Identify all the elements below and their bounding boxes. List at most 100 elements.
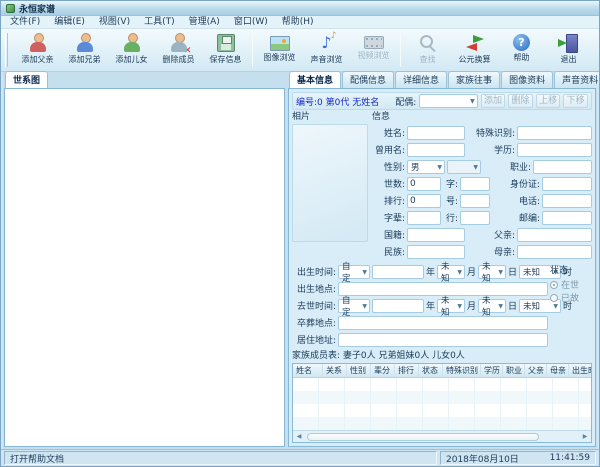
toolbar-find-button[interactable]: 查找: [404, 31, 451, 70]
day-suffix: 日: [508, 265, 517, 278]
scroll-left-icon[interactable]: ◀: [293, 431, 305, 442]
scrollbar-thumb[interactable]: [307, 433, 539, 441]
mother-input[interactable]: [517, 245, 592, 259]
tab-sound-data[interactable]: 声音资料: [554, 71, 600, 88]
toolbar-add-sibling-button[interactable]: 添加兄弟: [61, 31, 108, 70]
tab-detail-info[interactable]: 详细信息: [395, 71, 447, 88]
toolbar-grip[interactable]: [5, 33, 8, 67]
pedigree-tabstrip: 世系图: [4, 72, 285, 88]
birth-calendar-select[interactable]: 自定: [338, 265, 370, 279]
menu-help[interactable]: 帮助(H): [275, 16, 321, 29]
death-time-label: 去世时间:: [292, 299, 336, 312]
name-input[interactable]: [407, 126, 465, 140]
spouse-down-button[interactable]: 下移: [563, 94, 588, 108]
ethnicity-input[interactable]: [407, 245, 465, 259]
nationality-label: 国籍:: [372, 228, 405, 241]
photo-placeholder[interactable]: [292, 124, 368, 242]
spouse-select[interactable]: [419, 94, 477, 108]
burial-place-label: 卒葬地点:: [292, 316, 336, 329]
education-label: 学历:: [467, 143, 515, 156]
zibei-input[interactable]: [407, 211, 441, 225]
toolbar-add-child-button[interactable]: 添加儿女: [108, 31, 155, 70]
phone-label: 电话:: [492, 194, 540, 207]
burial-place-input[interactable]: [338, 316, 548, 330]
pedigree-canvas[interactable]: [4, 88, 285, 447]
nationality-input[interactable]: [407, 228, 465, 242]
menu-file[interactable]: 文件(F): [3, 16, 47, 29]
tab-image-data[interactable]: 图像资料: [501, 71, 553, 88]
generation-input[interactable]: [407, 177, 441, 191]
radio-deceased[interactable]: 已故: [550, 291, 592, 304]
rank-input[interactable]: [407, 194, 441, 208]
father-input[interactable]: [517, 228, 592, 242]
toolbar-delete-member-button[interactable]: ✕ 删除成员: [155, 31, 202, 70]
gender-extra-select[interactable]: [447, 160, 481, 174]
id-card-input[interactable]: [542, 177, 592, 191]
family-table-body[interactable]: [293, 378, 591, 430]
horizontal-scrollbar[interactable]: ◀ ▶: [293, 430, 591, 442]
exit-label: 退出: [561, 54, 577, 65]
save-label: 保存信息: [210, 54, 242, 65]
tab-spouse-info[interactable]: 配偶信息: [342, 71, 394, 88]
death-calendar-select[interactable]: 自定: [338, 299, 370, 313]
col-name: 姓名: [293, 364, 323, 377]
death-month-value: 未知: [441, 294, 452, 318]
day-suffix: 日: [508, 299, 517, 312]
gender-select[interactable]: 男: [407, 160, 445, 174]
spouse-del-button[interactable]: 删除: [508, 94, 533, 108]
toolbar-exit-button[interactable]: 退出: [545, 31, 592, 70]
occupation-input[interactable]: [533, 160, 592, 174]
menu-window[interactable]: 窗口(W): [227, 16, 275, 29]
tab-family-story[interactable]: 家族往事: [448, 71, 500, 88]
phone-input[interactable]: [542, 194, 592, 208]
former-name-input[interactable]: [407, 143, 465, 157]
toolbar-calendar-convert-button[interactable]: 公元换算: [451, 31, 498, 70]
menu-edit[interactable]: 编辑(E): [47, 16, 92, 29]
tab-pedigree-chart[interactable]: 世系图: [5, 71, 48, 88]
help-label: 帮助: [514, 52, 530, 63]
toolbar-save-button[interactable]: 保存信息: [202, 31, 249, 70]
birth-year-input[interactable]: [372, 265, 424, 279]
scroll-right-icon[interactable]: ▶: [579, 431, 591, 442]
find-label: 查找: [420, 54, 436, 65]
add-father-label: 添加父亲: [22, 54, 54, 65]
birth-time-label: 出生时间:: [292, 265, 336, 278]
year-suffix: 年: [426, 265, 435, 278]
app-window: 永恒家谱 文件(F) 编辑(E) 视图(V) 工具(T) 管理(A) 窗口(W)…: [0, 0, 600, 467]
postcode-input[interactable]: [542, 211, 592, 225]
toolbar-add-father-button[interactable]: 添加父亲: [14, 31, 61, 70]
hao-input[interactable]: [460, 194, 490, 208]
zi-input[interactable]: [460, 177, 490, 191]
family-table-header: 姓名 关系 性别 辈分 排行 状态 特殊识别 学历 职业 父亲 母亲 出生时间 …: [293, 364, 591, 378]
spouse-add-button[interactable]: 添加: [481, 94, 506, 108]
death-month-select[interactable]: 未知: [437, 299, 465, 313]
spouse-up-button[interactable]: 上移: [536, 94, 561, 108]
col-education: 学历: [481, 364, 503, 377]
death-year-input[interactable]: [372, 299, 424, 313]
radio-deceased-label: 已故: [561, 291, 579, 304]
menu-view[interactable]: 视图(V): [92, 16, 137, 29]
toolbar-video-browse-button[interactable]: 视频浏览: [350, 31, 397, 70]
death-day-select[interactable]: 未知: [478, 299, 506, 313]
photo-info-section: 相片 信息 姓名: 特殊识别: 曾用名: 学历:: [292, 112, 592, 260]
death-day-value: 未知: [482, 294, 493, 318]
menu-bar: 文件(F) 编辑(E) 视图(V) 工具(T) 管理(A) 窗口(W) 帮助(H…: [1, 16, 599, 29]
menu-manage[interactable]: 管理(A): [182, 16, 227, 29]
education-input[interactable]: [517, 143, 592, 157]
birth-month-select[interactable]: 未知: [437, 265, 465, 279]
toolbar-image-browse-button[interactable]: 图像浏览: [256, 31, 303, 70]
toolbar-sound-browse-button[interactable]: 声音浏览: [303, 31, 350, 70]
menu-tools[interactable]: 工具(T): [137, 16, 182, 29]
former-name-label: 曾用名:: [372, 143, 405, 156]
father-label: 父亲:: [467, 228, 515, 241]
col-relation: 关系: [323, 364, 347, 377]
tab-basic-info[interactable]: 基本信息: [289, 71, 341, 88]
hang-input[interactable]: [460, 211, 490, 225]
col-special-id: 特殊识别: [443, 364, 481, 377]
toolbar-help-button[interactable]: 帮助: [498, 31, 545, 70]
birth-day-select[interactable]: 未知: [478, 265, 506, 279]
death-calendar-value: 自定: [342, 294, 357, 318]
address-input[interactable]: [338, 333, 548, 347]
radio-alive[interactable]: 在世: [550, 278, 592, 291]
special-id-input[interactable]: [517, 126, 592, 140]
